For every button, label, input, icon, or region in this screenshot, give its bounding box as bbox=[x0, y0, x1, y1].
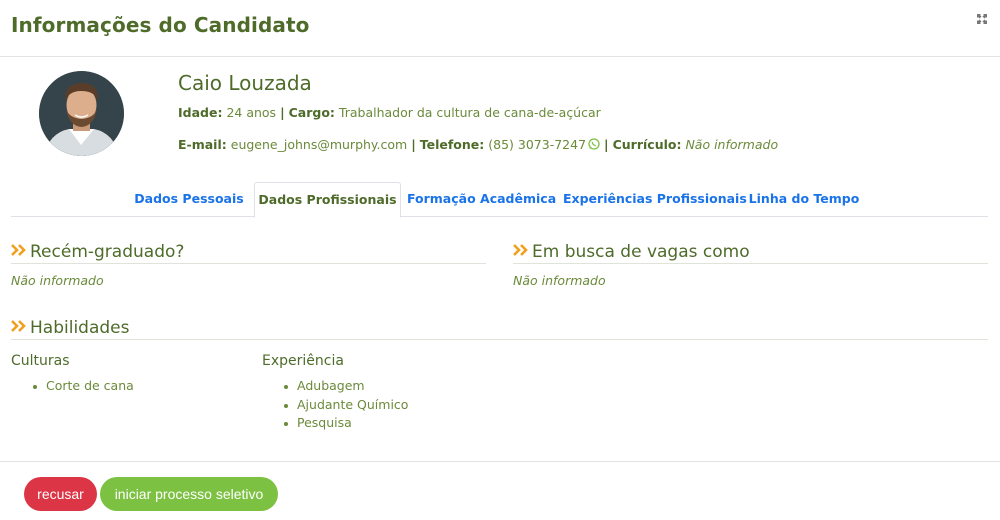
tab-bar: Dados Pessoais Dados Profissionais Forma… bbox=[11, 182, 988, 218]
section-skills: Habilidades bbox=[11, 318, 988, 340]
refuse-button[interactable]: recusar bbox=[24, 477, 97, 511]
double-chevron-right-icon bbox=[11, 320, 26, 332]
cultures-heading: Culturas bbox=[11, 353, 70, 369]
list-item: Corte de cana bbox=[33, 378, 134, 397]
email-label: E-mail: bbox=[178, 137, 227, 152]
separator: | bbox=[280, 105, 285, 120]
experience-heading: Experiência bbox=[262, 353, 344, 369]
list-item: Ajudante Químico bbox=[283, 397, 408, 416]
section-recent-grad: Recém-graduado? bbox=[11, 242, 486, 264]
double-chevron-right-icon bbox=[513, 244, 528, 256]
expand-arrows-icon[interactable] bbox=[977, 14, 987, 24]
cultures-list: Corte de cana bbox=[33, 378, 134, 397]
phone-value: (85) 3073-7247 bbox=[488, 137, 587, 152]
age-label: Idade: bbox=[178, 105, 223, 120]
list-item: Pesquisa bbox=[283, 415, 408, 434]
separator: | bbox=[411, 137, 416, 152]
candidate-info-line-2: E-mail: eugene_johns@murphy.com | Telefo… bbox=[178, 137, 778, 152]
skills-title: Habilidades bbox=[30, 318, 130, 338]
recent-grad-title: Recém-graduado? bbox=[30, 242, 185, 262]
phone-label: Telefone: bbox=[419, 137, 485, 152]
resume-value: Não informado bbox=[685, 137, 779, 152]
tab-formacao-academica[interactable]: Formação Acadêmica bbox=[407, 182, 556, 217]
tab-dados-profissionais[interactable]: Dados Profissionais bbox=[254, 182, 401, 218]
candidate-info-line-1: Idade: 24 anos | Cargo: Trabalhador da c… bbox=[178, 105, 601, 120]
resume-label: Currículo: bbox=[612, 137, 682, 152]
candidate-avatar bbox=[39, 71, 124, 156]
seeking-value: Não informado bbox=[513, 273, 606, 288]
role-value: Trabalhador da cultura de cana-de-açúcar bbox=[338, 105, 601, 120]
separator: | bbox=[604, 137, 609, 152]
candidate-name: Caio Louzada bbox=[178, 71, 312, 95]
modal-title: Informações do Candidato bbox=[11, 13, 310, 37]
role-label: Cargo: bbox=[288, 105, 335, 120]
seeking-title: Em busca de vagas como bbox=[532, 242, 750, 262]
experience-list: Adubagem Ajudante Químico Pesquisa bbox=[283, 378, 408, 434]
tab-dados-pessoais[interactable]: Dados Pessoais bbox=[134, 182, 244, 217]
modal-footer: recusar iniciar processo seletivo bbox=[0, 461, 1000, 520]
section-seeking: Em busca de vagas como bbox=[513, 242, 988, 264]
tab-experiencias-profissionais[interactable]: Experiências Profissionais bbox=[563, 182, 747, 217]
email-value[interactable]: eugene_johns@murphy.com bbox=[231, 137, 407, 152]
list-item: Adubagem bbox=[283, 378, 408, 397]
whatsapp-icon[interactable] bbox=[588, 138, 600, 150]
age-value: 24 anos bbox=[226, 105, 277, 120]
recent-grad-value: Não informado bbox=[11, 273, 104, 288]
double-chevron-right-icon bbox=[11, 244, 26, 256]
start-selection-button[interactable]: iniciar processo seletivo bbox=[100, 477, 278, 511]
tab-linha-do-tempo[interactable]: Linha do Tempo bbox=[747, 182, 861, 217]
modal-header: Informações do Candidato bbox=[0, 0, 1000, 57]
